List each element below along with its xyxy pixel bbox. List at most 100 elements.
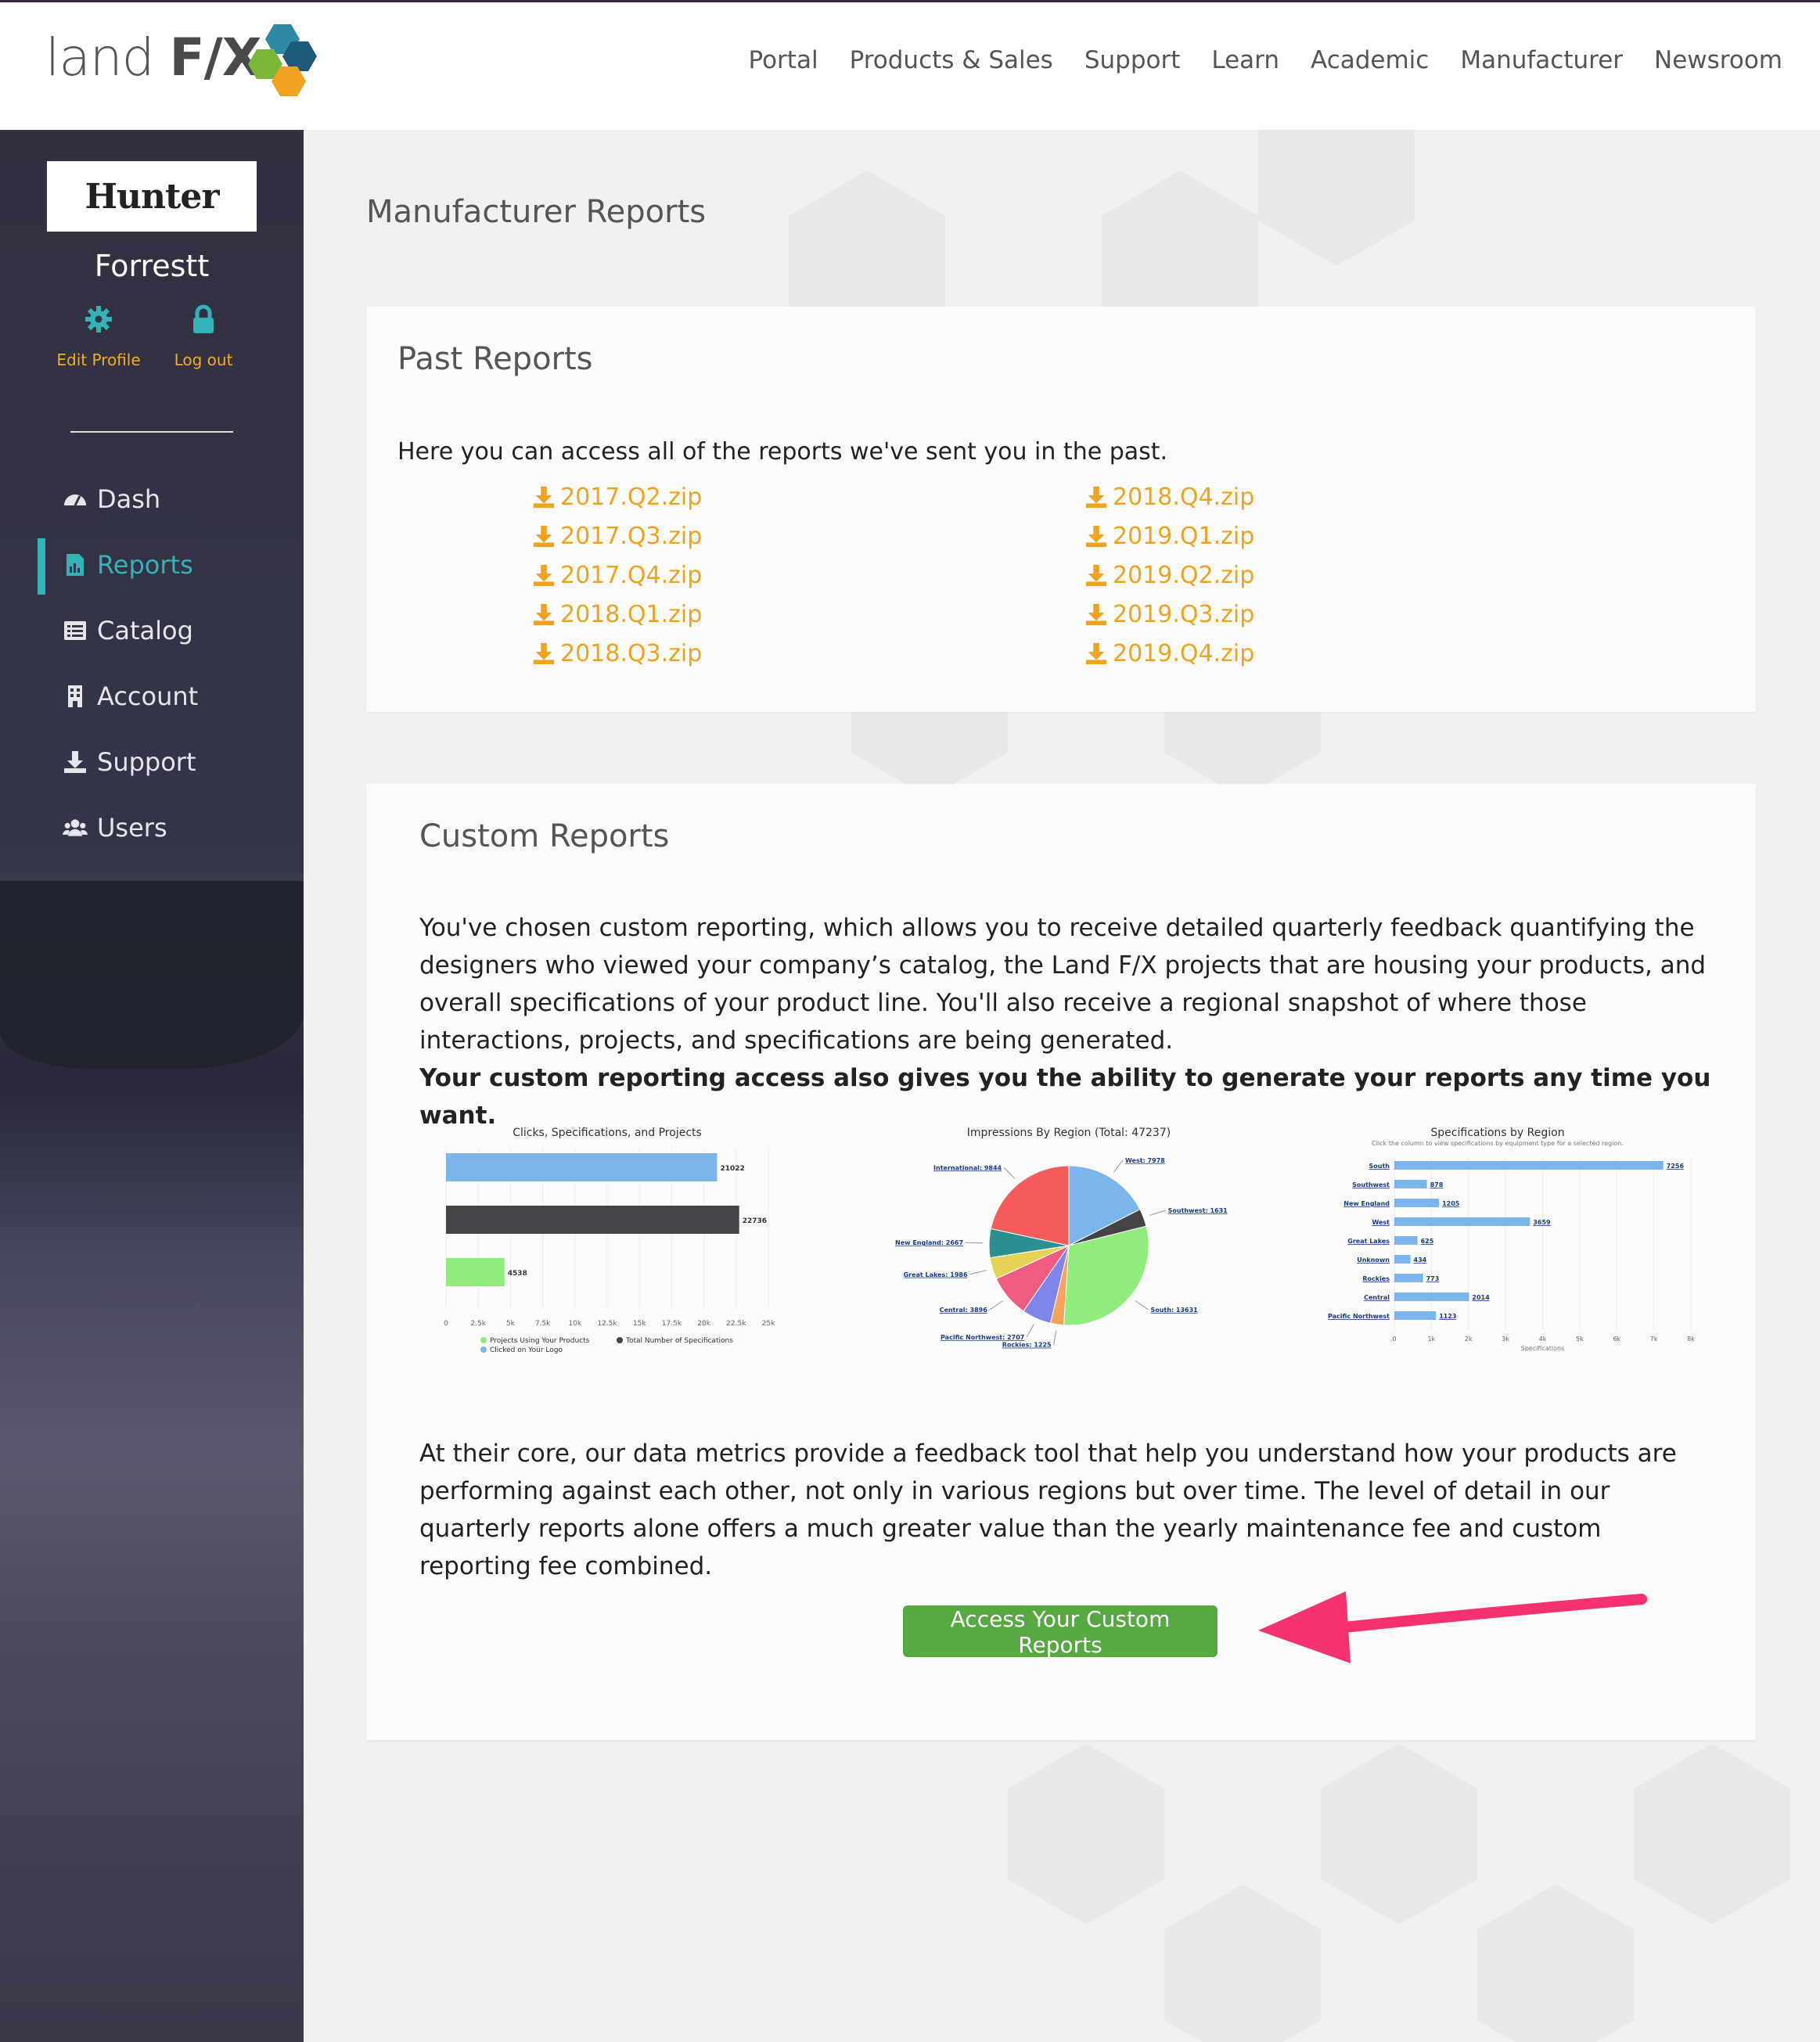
tick-label: 22.5k	[726, 1320, 746, 1328]
slice-label: South: 13631	[1150, 1307, 1198, 1314]
data-label: 625	[1421, 1238, 1434, 1245]
access-custom-reports-button[interactable]: Access Your Custom Reports	[903, 1605, 1218, 1658]
report-icon	[67, 554, 84, 576]
report-link[interactable]: 2017.Q3.zip	[532, 516, 702, 555]
nav-academic[interactable]: Academic	[1311, 46, 1429, 74]
custom-reports-summary: At their core, our data metrics provide …	[419, 1440, 1677, 1580]
nav-support[interactable]: Support	[1084, 46, 1181, 74]
tick-label: 15k	[633, 1320, 646, 1328]
chart-title: Specifications by Region	[1430, 1127, 1564, 1139]
download-icon	[533, 525, 555, 548]
report-link[interactable]: 2019.Q1.zip	[1084, 516, 1254, 555]
download-icon	[533, 486, 555, 509]
tick-label: 3k	[1502, 1336, 1509, 1343]
report-links-column-2: 2018.Q4.zip 2019.Q1.zip 2019.Q2.zip 2019…	[1084, 477, 1254, 673]
slice-label: New England: 2667	[895, 1239, 963, 1246]
tick-label: 25k	[762, 1320, 775, 1328]
download-icon	[1085, 564, 1107, 587]
tick-label: 2.5k	[470, 1320, 486, 1328]
tick-label: 5k	[1576, 1336, 1584, 1343]
leader-line	[1003, 1167, 1016, 1179]
sidebar-item-catalog[interactable]: Catalog	[0, 598, 304, 663]
company-logo: Hunter	[47, 161, 257, 232]
data-label: 22736	[743, 1217, 767, 1225]
edit-profile-link[interactable]: Edit Profile	[44, 304, 153, 369]
nav-products-sales[interactable]: Products & Sales	[850, 46, 1053, 74]
tick-label: 0	[444, 1320, 448, 1328]
report-link[interactable]: 2018.Q1.zip	[532, 595, 702, 634]
tick-label: 20k	[697, 1320, 710, 1328]
bar	[446, 1258, 505, 1286]
past-reports-title: Past Reports	[397, 341, 593, 377]
data-label: 1205	[1442, 1200, 1460, 1207]
bar	[1394, 1255, 1411, 1264]
custom-reports-card: Custom Reports You've chosen custom repo…	[366, 784, 1756, 1740]
profile-actions: Edit Profile Log out	[0, 304, 304, 382]
main-nav: Portal Products & Sales Support Learn Ac…	[749, 46, 1783, 74]
tick-label: 7k	[1650, 1336, 1658, 1343]
download-icon	[1085, 603, 1107, 626]
sidebar-item-reports[interactable]: Reports	[0, 532, 304, 598]
nav-portal[interactable]: Portal	[749, 46, 818, 74]
tick-label: 1k	[1428, 1336, 1436, 1343]
leader-line	[1026, 1324, 1034, 1338]
category-label: Pacific Northwest	[1328, 1313, 1390, 1320]
users-icon	[63, 819, 88, 836]
bar	[446, 1153, 718, 1181]
slice-label: Pacific Northwest: 2707	[941, 1334, 1024, 1341]
bar	[1394, 1217, 1530, 1226]
report-link[interactable]: 2019.Q2.zip	[1084, 555, 1254, 595]
tick-label: 7.5k	[535, 1320, 551, 1328]
data-label: 21022	[720, 1165, 744, 1173]
landfx-logo[interactable]: land F/X	[45, 23, 327, 109]
chart-title: Clicks, Specifications, and Projects	[513, 1127, 702, 1139]
category-label: West	[1372, 1219, 1390, 1226]
sidebar-item-dash[interactable]: Dash	[0, 466, 304, 532]
past-reports-intro: Here you can access all of the reports w…	[397, 438, 1168, 466]
report-link[interactable]: 2019.Q4.zip	[1084, 634, 1254, 673]
report-link[interactable]: 2017.Q4.zip	[532, 555, 702, 595]
slice-label: Rockies: 1225	[1002, 1342, 1052, 1349]
sidebar-item-account[interactable]: Account	[0, 663, 304, 729]
top-navbar: land F/X Portal Products & Sales Support…	[0, 0, 1820, 130]
download-icon	[1085, 642, 1107, 665]
data-label: 7256	[1667, 1163, 1685, 1170]
data-label: 773	[1426, 1275, 1440, 1282]
bar	[1394, 1311, 1437, 1320]
tick-label: 17.5k	[662, 1320, 682, 1328]
dashboard-icon	[64, 494, 86, 506]
report-links-column-1: 2017.Q2.zip 2017.Q3.zip 2017.Q4.zip 2018…	[532, 477, 702, 673]
tick-label: 2k	[1465, 1336, 1473, 1343]
report-link[interactable]: 2018.Q4.zip	[1084, 477, 1254, 516]
download-icon	[533, 642, 555, 665]
chart-title: Impressions By Region (Total: 47237)	[967, 1127, 1171, 1139]
nav-learn[interactable]: Learn	[1211, 46, 1279, 74]
leader-line	[1149, 1210, 1166, 1216]
hexagon-logo-icon	[248, 24, 317, 96]
chart-subtitle: Click the column to view specifications …	[1372, 1140, 1624, 1147]
sidebar-item-users[interactable]: Users	[0, 795, 304, 861]
log-out-link[interactable]: Log out	[149, 304, 258, 369]
bar	[446, 1206, 739, 1234]
report-link[interactable]: 2017.Q2.zip	[532, 477, 702, 516]
leader-line	[1135, 1300, 1149, 1310]
tick-label: 6k	[1613, 1336, 1620, 1343]
legend-marker	[480, 1337, 487, 1343]
report-link[interactable]: 2019.Q3.zip	[1084, 595, 1254, 634]
category-label: Rockies	[1362, 1275, 1390, 1282]
data-label: 434	[1414, 1256, 1427, 1264]
tick-label: 8k	[1687, 1336, 1695, 1343]
tick-label: 4k	[1539, 1336, 1547, 1343]
catalog-icon	[64, 621, 86, 640]
report-link[interactable]: 2018.Q3.zip	[532, 634, 702, 673]
leader-line	[966, 1242, 984, 1244]
nav-newsroom[interactable]: Newsroom	[1654, 46, 1782, 74]
legend-marker	[617, 1337, 623, 1343]
nav-manufacturer[interactable]: Manufacturer	[1460, 46, 1623, 74]
download-icon	[1085, 486, 1107, 509]
lock-icon	[193, 304, 214, 333]
tick-label: 0	[1392, 1336, 1396, 1343]
sidebar-item-support[interactable]: Support	[0, 729, 304, 795]
bar	[1394, 1199, 1440, 1207]
tick-label: 5k	[506, 1320, 516, 1328]
